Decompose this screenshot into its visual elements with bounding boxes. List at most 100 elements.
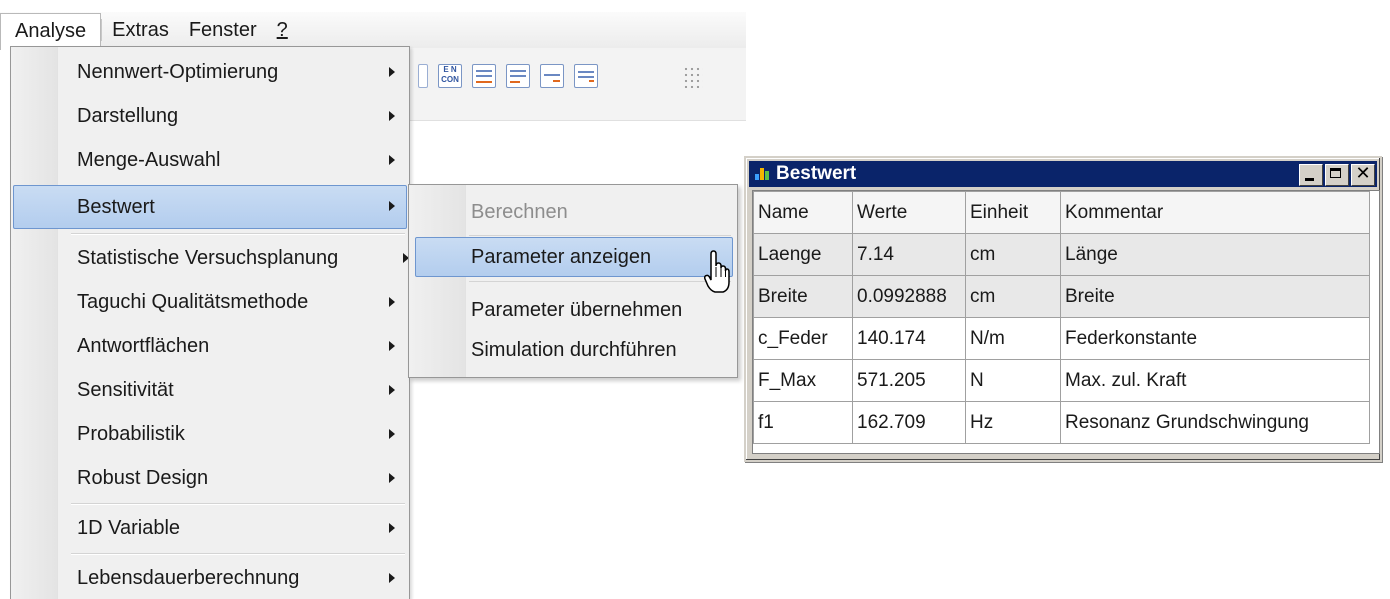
cell-einheit[interactable]: Hz	[965, 401, 1061, 444]
close-icon: ✕	[1355, 163, 1371, 184]
menu-separator	[71, 503, 405, 505]
window-controls: ✕	[1299, 163, 1375, 186]
submenu-arrow-icon	[389, 155, 395, 165]
bestwert-window: Bestwert ✕ Name Werte Einheit Kommentar …	[744, 156, 1382, 462]
toolbar-table-icon[interactable]	[506, 64, 530, 88]
submenu-item-label: Parameter anzeigen	[471, 245, 652, 268]
menu-separator	[71, 233, 405, 235]
submenu-arrow-icon	[389, 111, 395, 121]
menu-item-robust-design[interactable]: Robust Design	[13, 457, 407, 499]
menu-item-lebensdauerberechnung[interactable]: Lebensdauerberechnung	[13, 557, 407, 599]
menu-item-label: Sensitivität	[77, 378, 174, 401]
menu-item-probabilistik[interactable]: Probabilistik	[13, 413, 407, 455]
menu-separator	[71, 553, 405, 555]
menu-item-label: Darstellung	[77, 104, 179, 127]
menu-extras-label: Extras	[112, 19, 169, 41]
submenu-arrow-icon	[389, 385, 395, 395]
table-row[interactable]: F_Max 571.205 N Max. zul. Kraft	[753, 359, 1370, 402]
menu-item-label: 1D Variable	[77, 516, 181, 539]
table-row[interactable]: f1 162.709 Hz Resonanz Grundschwingung	[753, 401, 1370, 444]
cell-einheit[interactable]: N	[965, 359, 1061, 402]
column-header-einheit[interactable]: Einheit	[965, 191, 1061, 234]
menu-item-sensitivitaet[interactable]: Sensitivität	[13, 369, 407, 411]
menu-fenster[interactable]: Fenster	[179, 13, 267, 47]
menu-fenster-label: Fenster	[188, 19, 257, 41]
menu-extras[interactable]: Extras	[102, 13, 179, 47]
cell-name[interactable]: Laenge	[753, 233, 853, 276]
toolbar-list-icon[interactable]	[418, 64, 428, 88]
cell-kommentar[interactable]: Resonanz Grundschwingung	[1060, 401, 1370, 444]
menu-item-label: Menge-Auswahl	[77, 148, 221, 171]
submenu-item-label: Berechnen	[471, 200, 568, 223]
submenu-item-parameter-uebernehmen[interactable]: Parameter übernehmen	[415, 291, 733, 329]
submenu-arrow-icon	[389, 473, 395, 483]
menu-item-darstellung[interactable]: Darstellung	[13, 95, 407, 137]
submenu-arrow-icon	[389, 297, 395, 307]
menu-item-menge-auswahl[interactable]: Menge-Auswahl	[13, 139, 407, 181]
toolbar-columns-icon[interactable]	[540, 64, 564, 88]
submenu-item-berechnen[interactable]: Berechnen	[415, 193, 733, 231]
cell-einheit[interactable]: N/m	[965, 317, 1061, 360]
parameter-grid: Name Werte Einheit Kommentar Laenge 7.14…	[752, 190, 1380, 454]
submenu-item-label: Simulation durchführen	[471, 338, 677, 361]
parameter-table: Name Werte Einheit Kommentar Laenge 7.14…	[753, 191, 1370, 444]
menu-item-label: Lebensdauerberechnung	[77, 566, 300, 589]
toolbar-table-orange-icon[interactable]	[472, 64, 496, 88]
cell-werte[interactable]: 162.709	[852, 401, 966, 444]
menu-item-label: Robust Design	[77, 466, 209, 489]
cell-kommentar[interactable]: Max. zul. Kraft	[1060, 359, 1370, 402]
column-header-kommentar[interactable]: Kommentar	[1060, 191, 1370, 234]
toolbar-grid-icon[interactable]	[574, 64, 598, 88]
table-row[interactable]: Laenge 7.14 cm Länge	[753, 233, 1370, 276]
menu-item-taguchi[interactable]: Taguchi Qualitätsmethode	[13, 281, 407, 323]
cell-werte[interactable]: 140.174	[852, 317, 966, 360]
submenu-arrow-icon	[389, 67, 395, 77]
menu-item-bestwert[interactable]: Bestwert	[13, 185, 407, 229]
column-header-werte[interactable]: Werte	[852, 191, 966, 234]
menubar: Analyse Extras Fenster ?	[0, 12, 746, 50]
submenu-arrow-icon	[389, 523, 395, 533]
menu-item-label: Antwortflächen	[77, 334, 210, 357]
cell-kommentar[interactable]: Länge	[1060, 233, 1370, 276]
table-header-row: Name Werte Einheit Kommentar	[753, 191, 1370, 234]
menu-analyse[interactable]: Analyse	[0, 12, 102, 50]
minimize-button[interactable]	[1299, 164, 1323, 186]
column-header-name[interactable]: Name	[753, 191, 853, 234]
cell-name[interactable]: c_Feder	[753, 317, 853, 360]
table-row[interactable]: c_Feder 140.174 N/m Federkonstante	[753, 317, 1370, 360]
table-row[interactable]: Breite 0.0992888 cm Breite	[753, 275, 1370, 318]
cell-werte[interactable]: 7.14	[852, 233, 966, 276]
hand-cursor-icon	[704, 250, 730, 293]
minimize-icon	[1305, 178, 1314, 181]
submenu-item-parameter-anzeigen[interactable]: Parameter anzeigen	[415, 237, 733, 277]
toolbar-grip-icon[interactable]	[683, 66, 703, 88]
cell-einheit[interactable]: cm	[965, 233, 1061, 276]
menu-item-statistische-versuchsplanung[interactable]: Statistische Versuchsplanung	[13, 237, 409, 279]
window-titlebar[interactable]: Bestwert ✕	[749, 161, 1377, 187]
submenu-arrow-icon	[389, 573, 395, 583]
menu-help-label: ?	[276, 19, 288, 41]
submenu-item-simulation-durchfuehren[interactable]: Simulation durchführen	[415, 331, 733, 369]
cell-einheit[interactable]: cm	[965, 275, 1061, 318]
menu-item-1d-variable[interactable]: 1D Variable	[13, 507, 407, 549]
cell-name[interactable]: F_Max	[753, 359, 853, 402]
cell-werte[interactable]: 571.205	[852, 359, 966, 402]
menu-item-nennwert-optimierung[interactable]: Nennwert-Optimierung	[13, 51, 407, 93]
cell-name[interactable]: f1	[753, 401, 853, 444]
toolbar-encon-icon[interactable]: E N CON	[438, 64, 462, 88]
menu-item-antwortflaechen[interactable]: Antwortflächen	[13, 325, 407, 367]
cell-kommentar[interactable]: Federkonstante	[1060, 317, 1370, 360]
cell-name[interactable]: Breite	[753, 275, 853, 318]
toolbar: E N CON	[408, 48, 746, 121]
menu-item-label: Statistische Versuchsplanung	[77, 246, 339, 269]
close-button[interactable]: ✕	[1351, 163, 1375, 186]
submenu-arrow-icon	[389, 201, 395, 211]
submenu-separator	[469, 235, 731, 236]
maximize-button[interactable]	[1325, 164, 1349, 186]
bestwert-submenu: Berechnen Parameter anzeigen Parameter ü…	[408, 184, 738, 378]
menu-help[interactable]: ?	[267, 13, 298, 47]
submenu-arrow-icon	[389, 429, 395, 439]
menu-item-label: Nennwert-Optimierung	[77, 60, 279, 83]
cell-werte[interactable]: 0.0992888	[852, 275, 966, 318]
cell-kommentar[interactable]: Breite	[1060, 275, 1370, 318]
